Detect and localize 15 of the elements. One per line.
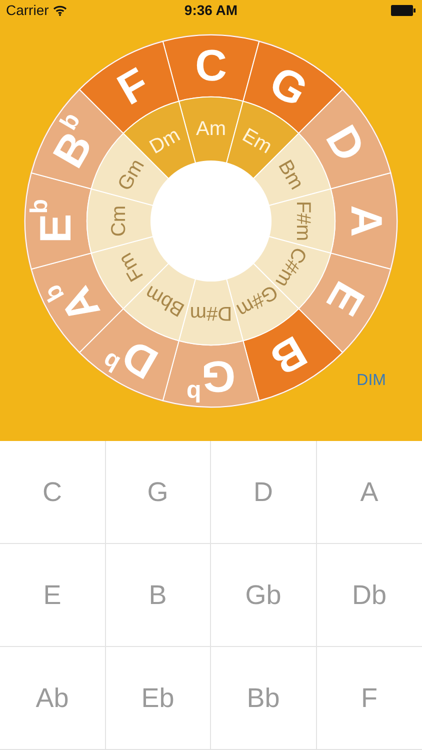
- key-button[interactable]: Ab: [0, 647, 106, 750]
- clock-time: 9:36 AM: [184, 2, 238, 18]
- key-button[interactable]: D: [211, 441, 316, 544]
- wifi-icon: [52, 4, 67, 16]
- minor-key-segment[interactable]: Cm: [86, 188, 154, 254]
- key-button[interactable]: Gb: [211, 544, 316, 647]
- carrier-label: Carrier: [6, 2, 49, 18]
- key-button[interactable]: Bb: [211, 647, 316, 750]
- key-button[interactable]: Eb: [106, 647, 211, 750]
- key-button[interactable]: G: [106, 441, 211, 544]
- dim-button[interactable]: DIM: [354, 370, 388, 392]
- key-button[interactable]: B: [106, 544, 211, 647]
- key-button[interactable]: C: [0, 441, 106, 544]
- battery-icon: [390, 4, 416, 16]
- key-button[interactable]: E: [0, 544, 106, 647]
